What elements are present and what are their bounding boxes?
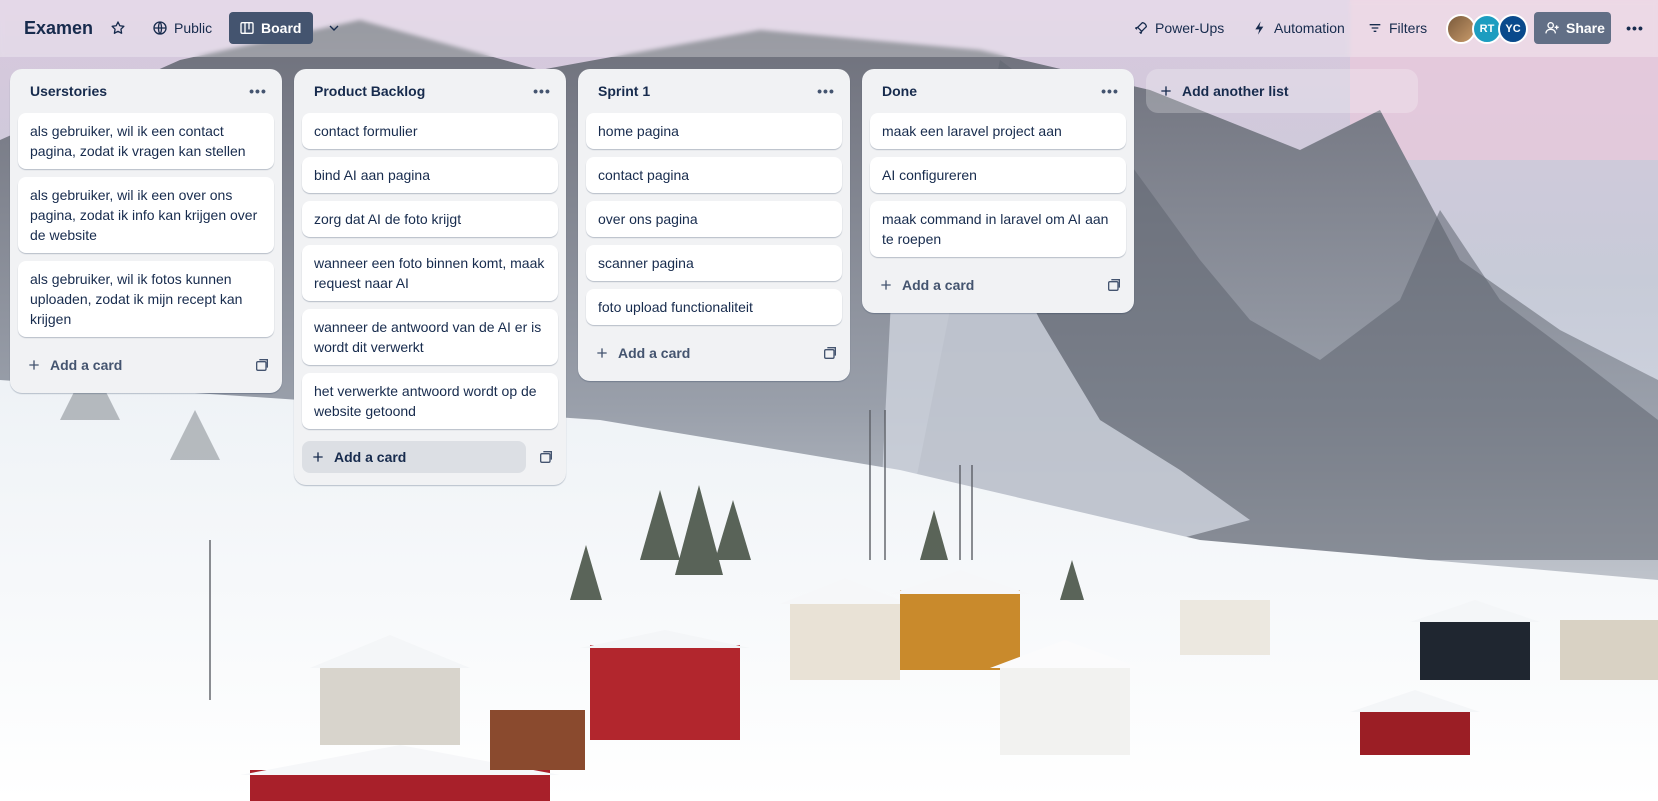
board-menu-button[interactable]: •••: [1619, 12, 1651, 44]
list-header: Done •••: [862, 69, 1134, 113]
list-product-backlog: Product Backlog ••• contact formulier bi…: [294, 69, 566, 485]
list-title[interactable]: Done: [882, 83, 917, 99]
add-card-button[interactable]: Add a card: [302, 441, 526, 473]
card-list: contact formulier bind AI aan pagina zor…: [294, 113, 566, 429]
add-card-button[interactable]: Add a card: [586, 337, 822, 369]
globe-icon: [153, 21, 167, 35]
add-card-button[interactable]: Add a card: [18, 349, 254, 381]
card[interactable]: wanneer de antwoord van de AI er is word…: [302, 309, 558, 365]
list-header: Product Backlog •••: [294, 69, 566, 113]
board-icon: [240, 22, 254, 34]
list-menu-button[interactable]: •••: [812, 77, 840, 105]
filters-button[interactable]: Filters: [1357, 12, 1437, 44]
create-from-template-icon[interactable]: [1106, 277, 1122, 293]
automation-button[interactable]: Automation: [1242, 12, 1355, 44]
list-header: Sprint 1 •••: [578, 69, 850, 113]
card[interactable]: maak command in laravel om AI aan te roe…: [870, 201, 1126, 257]
list-title[interactable]: Userstories: [30, 83, 107, 99]
card-list: als gebruiker, wil ik een contact pagina…: [10, 113, 282, 337]
share-label: Share: [1566, 20, 1605, 36]
board-members: RT YC: [1446, 14, 1528, 44]
card-list: maak een laravel project aan AI configur…: [862, 113, 1134, 257]
plus-icon: [597, 348, 607, 358]
visibility-label: Public: [174, 20, 213, 36]
list-userstories: Userstories ••• als gebruiker, wil ik ee…: [10, 69, 282, 393]
list-header: Userstories •••: [10, 69, 282, 113]
add-person-icon: [1545, 22, 1559, 34]
add-list-label: Add another list: [1182, 83, 1289, 99]
add-list-button[interactable]: Add another list: [1146, 69, 1418, 113]
list-menu-button[interactable]: •••: [1096, 77, 1124, 105]
card[interactable]: als gebruiker, wil ik een contact pagina…: [18, 113, 274, 169]
add-card-label: Add a card: [50, 357, 123, 373]
create-from-template-icon[interactable]: [822, 345, 838, 361]
add-card-button[interactable]: Add a card: [870, 269, 1106, 301]
filters-label: Filters: [1389, 20, 1428, 36]
card[interactable]: als gebruiker, wil ik fotos kunnen uploa…: [18, 261, 274, 337]
create-from-template-icon[interactable]: [254, 357, 270, 373]
card[interactable]: bind AI aan pagina: [302, 157, 558, 193]
automation-label: Automation: [1274, 20, 1345, 36]
visibility-button[interactable]: Public: [142, 12, 222, 44]
chevron-down-icon: [329, 25, 339, 31]
card[interactable]: AI configureren: [870, 157, 1126, 193]
plus-icon: [1161, 86, 1171, 96]
star-icon: [111, 21, 125, 34]
list-title[interactable]: Product Backlog: [314, 83, 425, 99]
card[interactable]: het verwerkte antwoord wordt op de websi…: [302, 373, 558, 429]
card[interactable]: als gebruiker, wil ik een over ons pagin…: [18, 177, 274, 253]
plus-icon: [313, 452, 323, 462]
add-card-label: Add a card: [334, 449, 407, 465]
list-menu-button[interactable]: •••: [244, 77, 272, 105]
list-footer: Add a card: [578, 333, 850, 373]
share-button[interactable]: Share: [1534, 12, 1611, 44]
board-header: Examen Public Board Power-Ups Automation…: [0, 0, 1658, 57]
list-menu-button[interactable]: •••: [528, 77, 556, 105]
filter-icon: [1369, 24, 1381, 32]
list-done: Done ••• maak een laravel project aan AI…: [862, 69, 1134, 313]
card[interactable]: foto upload functionaliteit: [586, 289, 842, 325]
view-switcher-button[interactable]: [318, 12, 350, 44]
powerups-button[interactable]: Power-Ups: [1123, 12, 1234, 44]
card[interactable]: wanneer een foto binnen komt, maak reque…: [302, 245, 558, 301]
add-card-label: Add a card: [618, 345, 691, 361]
more-icon: •••: [1626, 20, 1644, 36]
add-card-label: Add a card: [902, 277, 975, 293]
lightning-icon: [1255, 21, 1264, 35]
avatar[interactable]: YC: [1498, 14, 1528, 44]
powerups-label: Power-Ups: [1155, 20, 1225, 36]
card[interactable]: zorg dat AI de foto krijgt: [302, 201, 558, 237]
plus-icon: [29, 360, 39, 370]
board-title[interactable]: Examen: [14, 12, 103, 44]
star-board-button[interactable]: [102, 12, 134, 44]
card[interactable]: contact formulier: [302, 113, 558, 149]
list-title[interactable]: Sprint 1: [598, 83, 650, 99]
card[interactable]: scanner pagina: [586, 245, 842, 281]
board-view-label: Board: [261, 20, 302, 36]
list-sprint-1: Sprint 1 ••• home pagina contact pagina …: [578, 69, 850, 381]
card-list: home pagina contact pagina over ons pagi…: [578, 113, 850, 325]
list-footer: Add a card: [862, 265, 1134, 305]
card[interactable]: contact pagina: [586, 157, 842, 193]
plus-icon: [881, 280, 891, 290]
create-from-template-icon[interactable]: [538, 449, 554, 465]
rocket-icon: [1135, 22, 1147, 34]
card[interactable]: home pagina: [586, 113, 842, 149]
card[interactable]: over ons pagina: [586, 201, 842, 237]
list-footer: Add a card: [294, 437, 566, 477]
card[interactable]: maak een laravel project aan: [870, 113, 1126, 149]
list-footer: Add a card: [10, 345, 282, 385]
board-view-button[interactable]: Board: [229, 12, 313, 44]
